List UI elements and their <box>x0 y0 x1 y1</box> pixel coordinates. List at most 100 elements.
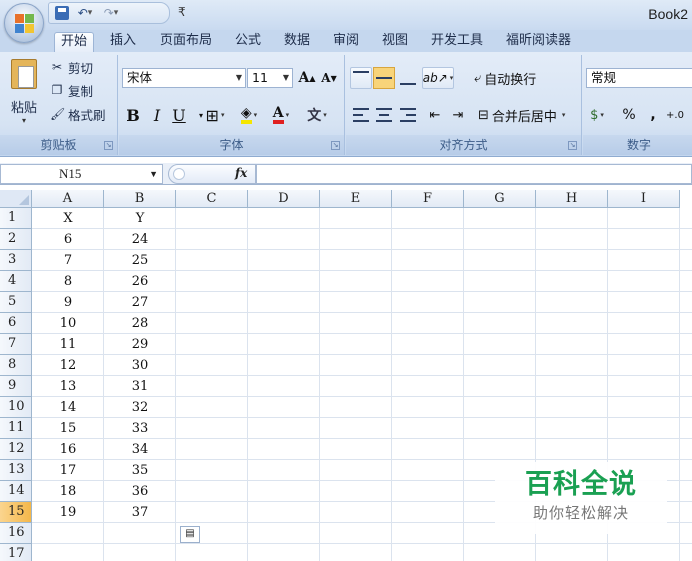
align-bottom-button[interactable] <box>397 67 419 89</box>
formula-input[interactable] <box>256 164 692 184</box>
undo-button[interactable]: ↶ ▾ <box>74 4 96 22</box>
row-header-11[interactable]: 11 <box>0 418 32 439</box>
copy-button[interactable]: ❐ 复制 <box>50 80 93 100</box>
column-header-f[interactable]: F <box>392 190 464 208</box>
tab-home[interactable]: 开始 <box>54 32 95 52</box>
borders-button[interactable]: ⊞ ▾ <box>205 104 225 126</box>
row-header-6[interactable]: 6 <box>0 313 32 334</box>
percent-style-button[interactable]: % <box>619 104 639 126</box>
cell-b7[interactable]: 29 <box>104 334 176 355</box>
row-header-16[interactable]: 16 <box>0 523 32 544</box>
phonetic-guide-button[interactable]: 文 ▾ <box>307 104 327 126</box>
align-middle-button[interactable] <box>373 67 395 89</box>
cell-a13[interactable]: 17 <box>32 460 104 481</box>
column-header-g[interactable]: G <box>464 190 536 208</box>
redo-button[interactable]: ↷ ▾ <box>99 4 123 22</box>
italic-button[interactable]: I <box>147 104 167 126</box>
row-header-1[interactable]: 1 <box>0 208 32 229</box>
fill-color-button[interactable]: ◈ ▾ <box>239 104 259 126</box>
underline-button[interactable]: U <box>169 104 189 126</box>
column-header-d[interactable]: D <box>248 190 320 208</box>
tab-review[interactable]: 审阅 <box>327 32 365 52</box>
row-header-7[interactable]: 7 <box>0 334 32 355</box>
row-header-13[interactable]: 13 <box>0 460 32 481</box>
paste-button[interactable]: 粘贴 ▾ <box>6 57 42 129</box>
number-format-combo[interactable]: 常规 <box>586 68 692 88</box>
tab-page-layout[interactable]: 页面布局 <box>154 32 218 52</box>
bold-button[interactable]: B <box>123 104 143 126</box>
formula-bar-resize-handle[interactable] <box>173 168 185 180</box>
column-header-a[interactable]: A <box>32 190 104 208</box>
tab-data[interactable]: 数据 <box>278 32 316 52</box>
cell-a7[interactable]: 11 <box>32 334 104 355</box>
column-header-i[interactable]: I <box>608 190 680 208</box>
cell-a6[interactable]: 10 <box>32 313 104 334</box>
tab-foxit-reader[interactable]: 福昕阅读器 <box>500 32 577 52</box>
font-size-combo[interactable]: 11 ▼ <box>247 68 293 88</box>
cell-b1[interactable]: Y <box>104 208 176 229</box>
row-header-8[interactable]: 8 <box>0 355 32 376</box>
column-header-e[interactable]: E <box>320 190 392 208</box>
comma-style-button[interactable]: , <box>643 104 663 126</box>
tab-view[interactable]: 视图 <box>376 32 414 52</box>
decrease-indent-button[interactable]: ⇤ <box>424 104 446 126</box>
cell-a2[interactable]: 6 <box>32 229 104 250</box>
cell-a3[interactable]: 7 <box>32 250 104 271</box>
align-right-button[interactable] <box>397 104 419 126</box>
increase-decimal-button[interactable]: +.0 <box>665 104 685 126</box>
column-header-h[interactable]: H <box>536 190 608 208</box>
row-header-17[interactable]: 17 <box>0 544 32 561</box>
row-header-2[interactable]: 2 <box>0 229 32 250</box>
tab-developer[interactable]: 开发工具 <box>425 32 489 52</box>
wrap-text-button[interactable]: ⤶ 自动换行 <box>474 67 536 89</box>
customize-qat-button[interactable]: ₹ <box>178 5 186 19</box>
font-name-combo[interactable]: 宋体 ▼ <box>122 68 246 88</box>
paste-options-button[interactable]: ▤ <box>180 526 200 543</box>
insert-function-button[interactable]: fx <box>235 166 247 180</box>
cell-a15[interactable]: 19 <box>32 502 104 523</box>
row-header-9[interactable]: 9 <box>0 376 32 397</box>
cell-b12[interactable]: 34 <box>104 439 176 460</box>
cut-button[interactable]: ✂ 剪切 <box>50 57 93 77</box>
cell-b6[interactable]: 28 <box>104 313 176 334</box>
cell-b9[interactable]: 31 <box>104 376 176 397</box>
column-header-b[interactable]: B <box>104 190 176 208</box>
cell-b11[interactable]: 33 <box>104 418 176 439</box>
row-header-3[interactable]: 3 <box>0 250 32 271</box>
format-painter-button[interactable]: 🖌 格式刷 <box>50 104 106 124</box>
clipboard-launcher-icon[interactable]: ↘ <box>104 141 113 150</box>
grow-font-button[interactable]: A ▲ <box>297 67 317 89</box>
cell-a11[interactable]: 15 <box>32 418 104 439</box>
cell-b2[interactable]: 24 <box>104 229 176 250</box>
row-header-10[interactable]: 10 <box>0 397 32 418</box>
cell-a12[interactable]: 16 <box>32 439 104 460</box>
cell-b4[interactable]: 26 <box>104 271 176 292</box>
cell-a5[interactable]: 9 <box>32 292 104 313</box>
align-top-button[interactable] <box>350 67 372 89</box>
row-header-14[interactable]: 14 <box>0 481 32 502</box>
tab-insert[interactable]: 插入 <box>104 32 142 52</box>
name-box[interactable]: N15 ▼ <box>0 164 163 184</box>
font-launcher-icon[interactable]: ↘ <box>331 141 340 150</box>
cell-a4[interactable]: 8 <box>32 271 104 292</box>
orientation-button[interactable]: ab↗ ▾ <box>422 67 454 89</box>
cell-b10[interactable]: 32 <box>104 397 176 418</box>
cell-b13[interactable]: 35 <box>104 460 176 481</box>
merge-center-button[interactable]: ⊟ 合并后居中 ▾ <box>478 104 565 126</box>
cell-a8[interactable]: 12 <box>32 355 104 376</box>
align-left-button[interactable] <box>350 104 372 126</box>
cell-a10[interactable]: 14 <box>32 397 104 418</box>
align-center-button[interactable] <box>373 104 395 126</box>
cell-a1[interactable]: X <box>32 208 104 229</box>
save-button[interactable] <box>53 4 71 22</box>
cell-b8[interactable]: 30 <box>104 355 176 376</box>
cell-a14[interactable]: 18 <box>32 481 104 502</box>
cell-b3[interactable]: 25 <box>104 250 176 271</box>
row-header-15[interactable]: 15 <box>0 502 32 523</box>
office-button[interactable] <box>4 3 44 43</box>
alignment-launcher-icon[interactable]: ↘ <box>568 141 577 150</box>
cell-b5[interactable]: 27 <box>104 292 176 313</box>
cell-a9[interactable]: 13 <box>32 376 104 397</box>
row-header-4[interactable]: 4 <box>0 271 32 292</box>
shrink-font-button[interactable]: A ▼ <box>319 67 339 89</box>
